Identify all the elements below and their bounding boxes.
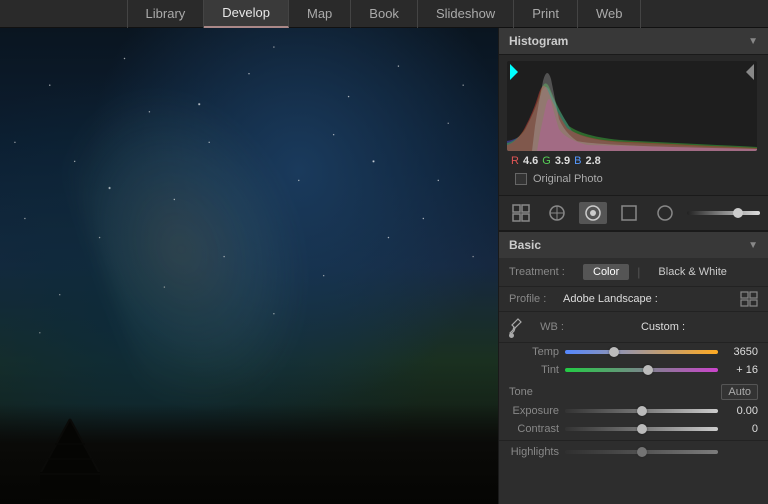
temp-slider-thumb bbox=[609, 347, 619, 357]
temp-slider-track[interactable] bbox=[565, 350, 718, 354]
original-photo-checkbox[interactable] bbox=[515, 173, 527, 185]
treatment-color-btn[interactable]: Color bbox=[583, 264, 629, 280]
temp-slider-row: Temp 3650 bbox=[499, 343, 768, 361]
basic-header: Basic ▼ bbox=[499, 231, 768, 258]
crop-icon bbox=[548, 204, 566, 222]
contrast-slider-thumb bbox=[637, 424, 647, 434]
original-photo-row: Original Photo bbox=[507, 169, 760, 189]
tool-active-btn[interactable] bbox=[579, 202, 607, 224]
wb-label: WB : bbox=[529, 321, 564, 333]
original-photo-label: Original Photo bbox=[533, 173, 603, 185]
histogram-svg bbox=[507, 61, 757, 151]
basic-collapse-icon[interactable]: ▼ bbox=[748, 240, 758, 251]
b-label: B bbox=[574, 155, 581, 167]
contrast-slider-track[interactable] bbox=[565, 427, 718, 431]
nav-develop[interactable]: Develop bbox=[204, 0, 289, 28]
tint-label: Tint bbox=[509, 364, 559, 376]
clipping-shadows-indicator[interactable] bbox=[510, 64, 518, 80]
wb-row: WB : Custom : bbox=[499, 312, 768, 343]
profile-label: Profile : bbox=[509, 293, 559, 305]
profile-grid-icon[interactable] bbox=[740, 291, 758, 307]
divider bbox=[499, 440, 768, 441]
tone-slider-row bbox=[687, 211, 760, 215]
photo-background bbox=[0, 28, 498, 504]
nav-map[interactable]: Map bbox=[289, 0, 351, 28]
tool-square-btn[interactable] bbox=[615, 202, 643, 224]
photo-area bbox=[0, 28, 498, 504]
histogram-title: Histogram bbox=[509, 34, 568, 48]
tool-slider-track[interactable] bbox=[687, 211, 760, 215]
g-label: G bbox=[542, 155, 551, 167]
b-value: 2.8 bbox=[585, 155, 600, 167]
histogram-canvas bbox=[507, 61, 757, 151]
highlights-slider-track[interactable] bbox=[565, 450, 718, 454]
photo-canvas bbox=[0, 28, 498, 504]
treatment-label: Treatment : bbox=[509, 266, 579, 278]
treatment-bw-btn[interactable]: Black & White bbox=[648, 264, 736, 280]
temp-value: 3650 bbox=[724, 346, 758, 358]
exposure-slider-thumb bbox=[637, 406, 647, 416]
profile-value[interactable]: Adobe Landscape : bbox=[563, 293, 736, 305]
tools-row bbox=[499, 195, 768, 231]
exposure-label: Exposure bbox=[509, 405, 559, 417]
highlights-label: Highlights bbox=[509, 446, 559, 458]
tone-label: Tone bbox=[509, 386, 533, 398]
grid-icon bbox=[512, 204, 530, 222]
eyedropper-icon[interactable] bbox=[509, 317, 525, 337]
tone-row: Tone Auto bbox=[499, 379, 768, 402]
histogram-collapse-icon[interactable]: ▼ bbox=[748, 36, 758, 47]
highlights-slider-thumb bbox=[637, 447, 647, 457]
exposure-value: 0.00 bbox=[724, 405, 758, 417]
contrast-label: Contrast bbox=[509, 423, 559, 435]
r-label: R bbox=[511, 155, 519, 167]
g-value: 3.9 bbox=[555, 155, 570, 167]
histogram-values: R 4.6 G 3.9 B 2.8 bbox=[507, 151, 760, 169]
r-value: 4.6 bbox=[523, 155, 538, 167]
wb-value[interactable]: Custom : bbox=[568, 321, 758, 333]
contrast-value: 0 bbox=[724, 423, 758, 435]
histogram-area: R 4.6 G 3.9 B 2.8 Original Photo bbox=[499, 55, 768, 195]
local-adjust-icon bbox=[584, 204, 602, 222]
contrast-slider-row: Contrast 0 bbox=[499, 420, 768, 438]
highlights-slider-row: Highlights bbox=[499, 443, 768, 461]
exposure-slider-row: Exposure 0.00 bbox=[499, 402, 768, 420]
temp-label: Temp bbox=[509, 346, 559, 358]
rect-icon bbox=[620, 204, 638, 222]
nav-print[interactable]: Print bbox=[514, 0, 578, 28]
auto-button[interactable]: Auto bbox=[721, 384, 758, 400]
tool-crop-btn[interactable] bbox=[543, 202, 571, 224]
profile-row: Profile : Adobe Landscape : bbox=[499, 287, 768, 312]
profile-browse-icon bbox=[740, 291, 758, 307]
tint-value: + 16 bbox=[724, 364, 758, 376]
tint-slider-thumb bbox=[643, 365, 653, 375]
tool-grid-btn[interactable] bbox=[507, 202, 535, 224]
exposure-slider-track[interactable] bbox=[565, 409, 718, 413]
nav-web[interactable]: Web bbox=[578, 0, 642, 28]
treatment-row: Treatment : Color | Black & White bbox=[499, 258, 768, 287]
structure-silhouette bbox=[30, 414, 110, 504]
histogram-header: Histogram ▼ bbox=[499, 28, 768, 55]
main-layout: Histogram ▼ bbox=[0, 28, 768, 504]
clipping-highlights-indicator[interactable] bbox=[746, 64, 754, 80]
tool-circle-btn[interactable] bbox=[651, 202, 679, 224]
treatment-separator: | bbox=[637, 265, 640, 279]
nav-library[interactable]: Library bbox=[127, 0, 205, 28]
basic-title: Basic bbox=[509, 238, 541, 252]
top-navigation: Library Develop Map Book Slideshow Print… bbox=[0, 0, 768, 28]
nav-slideshow[interactable]: Slideshow bbox=[418, 0, 514, 28]
right-panel: Histogram ▼ bbox=[498, 28, 768, 504]
nav-book[interactable]: Book bbox=[351, 0, 418, 28]
circle-icon bbox=[656, 204, 674, 222]
tool-slider-thumb bbox=[733, 208, 743, 218]
eyedropper-svg bbox=[509, 317, 523, 339]
tint-slider-track[interactable] bbox=[565, 368, 718, 372]
tint-slider-row: Tint + 16 bbox=[499, 361, 768, 379]
